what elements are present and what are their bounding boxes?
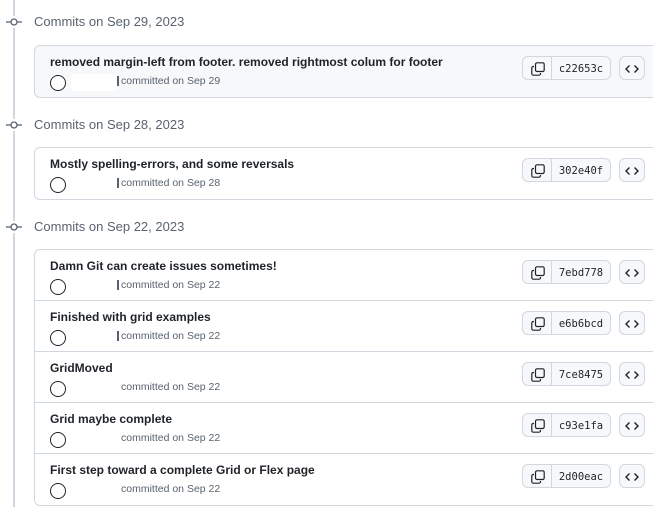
commit-message-link[interactable]: removed margin-left from footer. removed… xyxy=(50,55,443,69)
code-icon xyxy=(625,167,639,175)
author-name-tail xyxy=(117,280,119,290)
git-commit-icon xyxy=(6,119,22,131)
commit-row: Finished with grid examples committed on… xyxy=(35,301,653,352)
commit-list: Mostly spelling-errors, and some reversa… xyxy=(34,147,653,200)
commit-row: GridMoved committed on Sep 22 7ce8475 xyxy=(35,352,653,403)
commit-message-link[interactable]: Grid maybe complete xyxy=(50,412,172,426)
commit-meta: committed on Sep 22 xyxy=(121,381,221,393)
commit-group-title: Commits on Sep 28, 2023 xyxy=(34,117,185,132)
git-commit-icon xyxy=(6,221,22,233)
timeline-line xyxy=(13,0,15,507)
avatar[interactable] xyxy=(50,279,66,295)
copy-icon xyxy=(531,470,545,484)
commit-message-link[interactable]: GridMoved xyxy=(50,361,113,375)
author-name-tail xyxy=(117,178,119,188)
commit-meta: committed on Sep 22 xyxy=(121,279,221,291)
copy-icon xyxy=(531,164,545,178)
browse-repo-button[interactable] xyxy=(619,362,645,386)
browse-repo-button[interactable] xyxy=(619,158,645,182)
copy-sha-button[interactable] xyxy=(522,464,552,488)
code-icon xyxy=(625,371,639,379)
copy-sha-button[interactable] xyxy=(522,260,552,284)
avatar[interactable] xyxy=(50,483,66,499)
browse-repo-button[interactable] xyxy=(619,413,645,437)
code-icon xyxy=(625,422,639,430)
commit-message-link[interactable]: Finished with grid examples xyxy=(50,310,211,324)
author-name-redacted xyxy=(71,74,117,91)
commit-group-header: Commits on Sep 28, 2023 xyxy=(0,115,653,135)
avatar[interactable] xyxy=(50,432,66,448)
copy-icon xyxy=(531,266,545,280)
commit-meta: committed on Sep 22 xyxy=(121,330,221,342)
commit-message-link[interactable]: Damn Git can create issues sometimes! xyxy=(50,259,277,273)
commit-sha-button[interactable]: 302e40f xyxy=(551,158,611,182)
commit-sha-button[interactable]: c22653c xyxy=(551,56,611,80)
code-icon xyxy=(625,269,639,277)
commit-row: Mostly spelling-errors, and some reversa… xyxy=(35,148,653,199)
author-name-redacted xyxy=(71,278,117,295)
commit-meta: committed on Sep 22 xyxy=(121,483,221,495)
commit-meta: committed on Sep 22 xyxy=(121,432,221,444)
copy-sha-button[interactable] xyxy=(522,413,552,437)
commit-message-link[interactable]: Mostly spelling-errors, and some reversa… xyxy=(50,157,294,171)
commit-list: removed margin-left from footer. removed… xyxy=(34,45,653,98)
copy-sha-button[interactable] xyxy=(522,362,552,386)
commit-row: Damn Git can create issues sometimes! co… xyxy=(35,250,653,301)
avatar[interactable] xyxy=(50,381,66,397)
copy-sha-button[interactable] xyxy=(522,158,552,182)
author-name-redacted xyxy=(71,329,117,346)
author-name-redacted xyxy=(71,380,117,397)
browse-repo-button[interactable] xyxy=(619,311,645,335)
copy-icon xyxy=(531,62,545,76)
browse-repo-button[interactable] xyxy=(619,260,645,284)
author-name-redacted xyxy=(71,176,117,193)
commit-sha-button[interactable]: 7ce8475 xyxy=(551,362,611,386)
copy-sha-button[interactable] xyxy=(522,56,552,80)
commit-row: removed margin-left from footer. removed… xyxy=(35,46,653,97)
commit-sha-button[interactable]: 7ebd778 xyxy=(551,260,611,284)
commit-message-link[interactable]: First step toward a complete Grid or Fle… xyxy=(50,463,315,477)
code-icon xyxy=(625,473,639,481)
copy-icon xyxy=(531,317,545,331)
avatar[interactable] xyxy=(50,330,66,346)
commit-sha-button[interactable]: e6b6bcd xyxy=(551,311,611,335)
commit-group-title: Commits on Sep 29, 2023 xyxy=(34,14,185,29)
code-icon xyxy=(625,320,639,328)
commit-group-header: Commits on Sep 29, 2023 xyxy=(0,12,653,32)
commit-list: Damn Git can create issues sometimes! co… xyxy=(34,249,653,506)
commit-group-header: Commits on Sep 22, 2023 xyxy=(0,217,653,237)
copy-sha-button[interactable] xyxy=(522,311,552,335)
author-name-tail xyxy=(117,331,119,341)
copy-icon xyxy=(531,368,545,382)
commit-sha-button[interactable]: c93e1fa xyxy=(551,413,611,437)
commit-meta: committed on Sep 28 xyxy=(121,177,221,189)
commit-row: First step toward a complete Grid or Fle… xyxy=(35,454,653,505)
commit-meta: committed on Sep 29 xyxy=(121,75,221,87)
author-name-redacted xyxy=(71,482,117,499)
avatar[interactable] xyxy=(50,177,66,193)
commit-row: Grid maybe complete committed on Sep 22 … xyxy=(35,403,653,454)
author-name-redacted xyxy=(71,431,117,448)
code-icon xyxy=(625,65,639,73)
commit-group-title: Commits on Sep 22, 2023 xyxy=(34,219,185,234)
avatar[interactable] xyxy=(50,75,66,91)
browse-repo-button[interactable] xyxy=(619,464,645,488)
git-commit-icon xyxy=(6,16,22,28)
commit-sha-button[interactable]: 2d00eac xyxy=(551,464,611,488)
author-name-tail xyxy=(117,76,119,86)
copy-icon xyxy=(531,419,545,433)
browse-repo-button[interactable] xyxy=(619,56,645,80)
